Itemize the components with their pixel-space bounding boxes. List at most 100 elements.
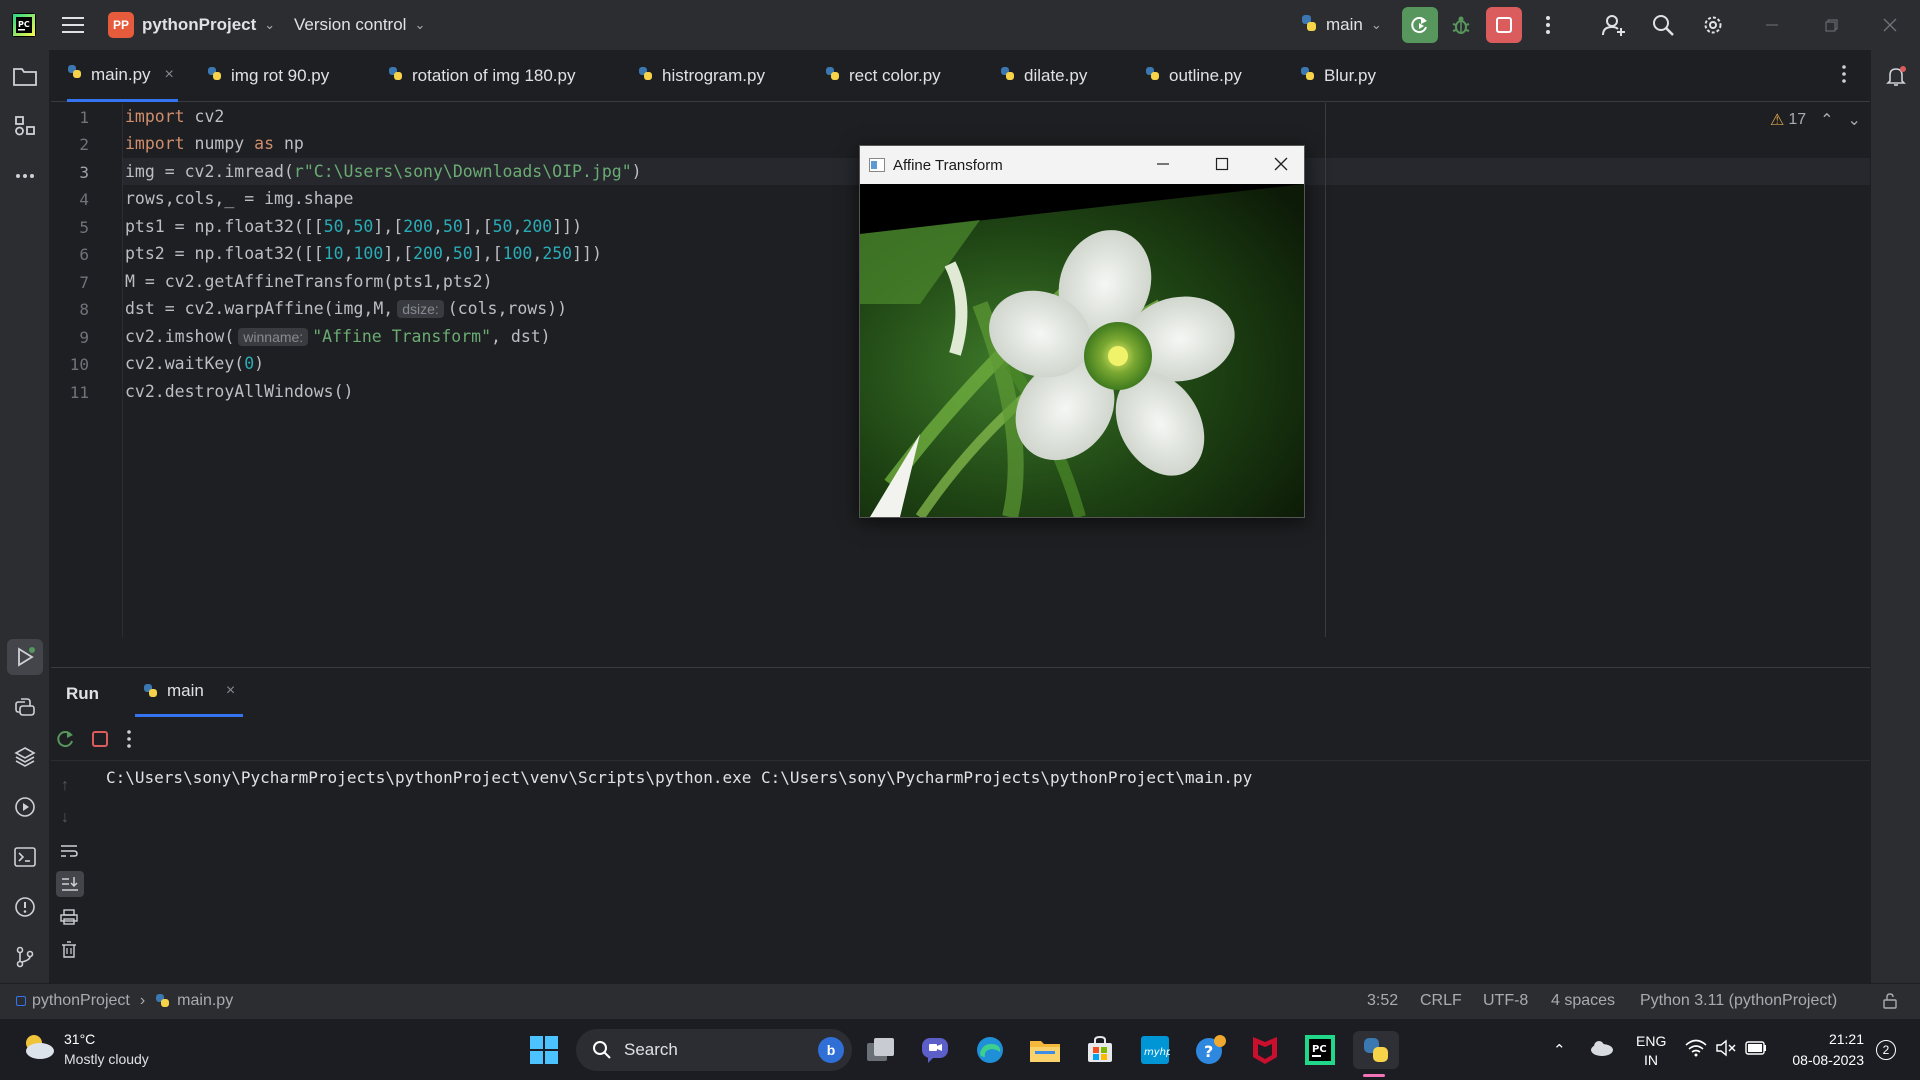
parameter-hint: winname: xyxy=(238,328,309,346)
settings-gear-icon[interactable] xyxy=(1695,7,1731,43)
project-folder-icon[interactable] xyxy=(7,58,43,94)
python-console-icon[interactable] xyxy=(7,689,43,725)
lock-icon[interactable] xyxy=(1882,993,1898,1014)
code-token: (cols,rows)) xyxy=(447,299,568,318)
clock-time[interactable]: 21:21 xyxy=(1784,1031,1864,1047)
microsoft-store-icon[interactable] xyxy=(1081,1031,1119,1069)
onedrive-cloud-icon[interactable] xyxy=(1589,1039,1615,1062)
more-run-actions-icon[interactable] xyxy=(126,729,132,754)
inspection-widget[interactable]: ⚠ 17 ⌃ ⌄ xyxy=(1770,110,1861,130)
main-menu-button[interactable] xyxy=(55,7,91,43)
minimize-window-icon[interactable] xyxy=(1762,15,1782,35)
tab-img-rot-90[interactable]: img rot 90.py xyxy=(207,50,329,102)
tab-histrogram[interactable]: histrogram.py xyxy=(638,50,765,102)
run-tool-icon[interactable] xyxy=(7,639,43,675)
bing-chat-icon[interactable]: b xyxy=(818,1037,844,1063)
wifi-icon[interactable] xyxy=(1685,1039,1707,1062)
file-explorer-icon[interactable] xyxy=(1026,1031,1064,1069)
get-help-icon[interactable]: ? xyxy=(1191,1031,1229,1069)
myhp-icon[interactable]: myhp xyxy=(1136,1031,1174,1069)
run-config-selector[interactable]: main ⌄ xyxy=(1300,11,1382,39)
python-packages-icon[interactable] xyxy=(7,739,43,775)
chevron-down-icon: ⌄ xyxy=(1370,17,1382,32)
caret-position[interactable]: 3:52 xyxy=(1367,992,1398,1010)
weather-temp[interactable]: 31°C xyxy=(64,1031,95,1047)
python-interpreter[interactable]: Python 3.11 (pythonProject) xyxy=(1640,992,1837,1010)
tab-options-icon[interactable] xyxy=(1841,64,1847,89)
scroll-down-icon[interactable]: ↓ xyxy=(61,809,69,827)
stop-button[interactable] xyxy=(1486,7,1522,43)
close-window-icon[interactable] xyxy=(1880,15,1900,35)
mcafee-icon[interactable] xyxy=(1246,1031,1284,1069)
notifications-bell-icon[interactable] xyxy=(1878,58,1914,94)
restore-window-icon[interactable] xyxy=(1821,15,1841,35)
rerun-icon[interactable] xyxy=(56,729,76,754)
trash-icon[interactable] xyxy=(61,941,77,964)
structure-icon[interactable] xyxy=(7,108,43,144)
search-icon[interactable] xyxy=(1645,7,1681,43)
print-icon[interactable] xyxy=(60,909,78,930)
tab-main-py[interactable]: main.py × xyxy=(67,50,178,102)
indent-setting[interactable]: 4 spaces xyxy=(1551,992,1615,1010)
project-selector[interactable]: PP pythonProject ⌄ xyxy=(108,11,275,39)
git-icon[interactable] xyxy=(7,939,43,975)
edge-browser-icon[interactable] xyxy=(971,1031,1009,1069)
python-file-icon xyxy=(1145,66,1161,87)
affine-transform-window[interactable]: Affine Transform xyxy=(859,145,1305,518)
windows-start-icon[interactable] xyxy=(525,1031,563,1069)
svg-text:PC: PC xyxy=(1312,1044,1327,1055)
tab-blur[interactable]: Blur.py xyxy=(1300,50,1376,102)
scroll-to-end-icon[interactable] xyxy=(56,871,84,897)
svg-text:?: ? xyxy=(1204,1042,1213,1061)
breadcrumb-project[interactable]: pythonProject xyxy=(32,992,130,1010)
warning-icon: ⚠ xyxy=(1770,112,1785,129)
tab-rotation-180[interactable]: rotation of img 180.py xyxy=(388,50,575,102)
line-separator[interactable]: CRLF xyxy=(1420,992,1462,1010)
rerun-button[interactable] xyxy=(1402,7,1438,43)
affine-window-titlebar[interactable]: Affine Transform xyxy=(860,146,1304,184)
terminal-icon[interactable] xyxy=(7,839,43,875)
run-tab-label: main xyxy=(167,680,204,700)
input-language-top[interactable]: ENG xyxy=(1636,1033,1666,1049)
code-token: , xyxy=(442,244,453,263)
soft-wrap-icon[interactable] xyxy=(60,843,78,864)
version-control-menu[interactable]: Version control ⌄ xyxy=(294,11,425,39)
teams-chat-icon[interactable] xyxy=(916,1031,954,1069)
show-hidden-icons-chevron-icon[interactable]: ⌃ xyxy=(1553,1041,1566,1059)
services-icon[interactable] xyxy=(7,789,43,825)
file-encoding[interactable]: UTF-8 xyxy=(1483,992,1528,1010)
close-tab-icon[interactable]: × xyxy=(165,66,174,84)
maximize-icon[interactable] xyxy=(1214,156,1230,176)
more-tool-windows-icon[interactable] xyxy=(7,158,43,194)
tab-rect-color[interactable]: rect color.py xyxy=(825,50,941,102)
code-token: import xyxy=(125,107,195,126)
python-app-taskbar-icon[interactable] xyxy=(1353,1031,1399,1069)
right-margin-guide xyxy=(1325,103,1326,637)
task-view-icon[interactable] xyxy=(862,1031,900,1069)
clock-date[interactable]: 08-08-2023 xyxy=(1774,1052,1864,1068)
taskbar-search-box[interactable]: Search b xyxy=(576,1029,852,1071)
close-tab-icon[interactable]: × xyxy=(226,682,235,700)
volume-muted-icon[interactable] xyxy=(1716,1039,1738,1062)
battery-icon[interactable] xyxy=(1745,1041,1767,1060)
stop-icon[interactable] xyxy=(92,731,108,752)
problems-icon[interactable] xyxy=(7,889,43,925)
scroll-up-icon[interactable]: ↑ xyxy=(61,777,69,795)
chevron-down-icon: ⌄ xyxy=(414,17,426,32)
chevron-down-icon[interactable]: ⌄ xyxy=(1848,110,1861,130)
breadcrumb-file[interactable]: main.py xyxy=(177,992,233,1010)
close-icon[interactable] xyxy=(1273,156,1289,176)
input-language-bottom[interactable]: IN xyxy=(1636,1052,1666,1068)
tab-outline[interactable]: outline.py xyxy=(1145,50,1242,102)
minimize-icon[interactable] xyxy=(1155,156,1171,176)
debug-icon[interactable] xyxy=(1443,7,1479,43)
code-line-6: pts2 = np.float32([[10,100],[200,50],[10… xyxy=(125,244,602,263)
weather-desc[interactable]: Mostly cloudy xyxy=(64,1051,149,1067)
code-with-me-icon[interactable] xyxy=(1596,7,1632,43)
tab-dilate[interactable]: dilate.py xyxy=(1000,50,1087,102)
more-actions-icon[interactable] xyxy=(1530,7,1566,43)
notification-count-badge[interactable]: 2 xyxy=(1876,1040,1896,1060)
chevron-up-icon[interactable]: ⌃ xyxy=(1820,110,1833,130)
pycharm-taskbar-icon[interactable]: PC xyxy=(1301,1031,1339,1069)
tab-run-main[interactable]: main × xyxy=(135,667,244,717)
